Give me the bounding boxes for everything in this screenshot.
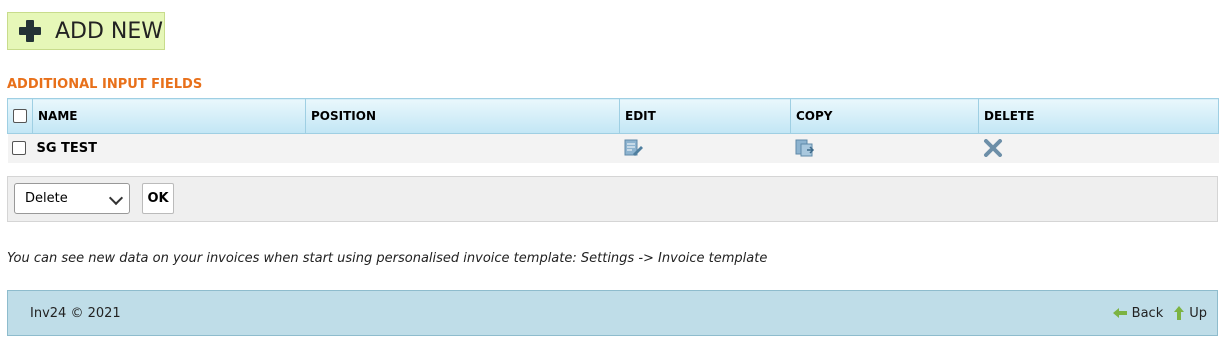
add-new-button[interactable]: ADD NEW [7, 12, 165, 50]
header-name[interactable]: NAME [32, 98, 306, 134]
up-arrow-icon [1174, 306, 1185, 320]
bulk-action-select[interactable]: Delete [14, 183, 130, 214]
up-label: Up [1189, 305, 1207, 321]
table-header-row: NAME POSITION EDIT COPY DELETE [7, 98, 1219, 134]
select-all-checkbox[interactable] [13, 109, 27, 124]
back-label: Back [1131, 305, 1164, 321]
bulk-action-selected: Delete [25, 191, 68, 206]
header-edit: EDIT [619, 98, 791, 134]
row-copy-cell [790, 133, 979, 163]
header-delete: DELETE [978, 98, 1219, 134]
header-position[interactable]: POSITION [305, 98, 620, 134]
section-title: ADDITIONAL INPUT FIELDS [7, 77, 203, 92]
footer-nav: Back Up [1102, 305, 1207, 321]
delete-icon[interactable] [983, 139, 1003, 158]
table-row: SG TEST [7, 133, 1219, 163]
select-all-cell [7, 98, 33, 134]
back-arrow-icon [1112, 308, 1127, 318]
chevron-down-icon [108, 190, 124, 206]
row-edit-cell [619, 133, 791, 163]
row-name: SG TEST [32, 133, 306, 163]
ok-button[interactable]: OK [142, 183, 174, 214]
copy-icon[interactable] [795, 139, 815, 157]
edit-icon[interactable] [624, 139, 644, 157]
bulk-action-bar: Delete OK [7, 176, 1218, 222]
back-link[interactable]: Back [1112, 305, 1164, 321]
footer: Inv24 © 2021 Back Up [7, 290, 1218, 336]
add-new-label: ADD NEW [55, 18, 164, 44]
fields-table: NAME POSITION EDIT COPY DELETE SG TEST [7, 98, 1219, 163]
copyright-text: Inv24 © 2021 [30, 306, 121, 321]
row-delete-cell [978, 133, 1219, 163]
header-copy: COPY [790, 98, 979, 134]
row-position [305, 133, 620, 163]
row-select-cell [7, 133, 33, 163]
plus-icon [19, 20, 41, 42]
up-link[interactable]: Up [1173, 305, 1207, 321]
row-checkbox[interactable] [11, 141, 26, 156]
info-note: You can see new data on your invoices wh… [7, 251, 768, 266]
